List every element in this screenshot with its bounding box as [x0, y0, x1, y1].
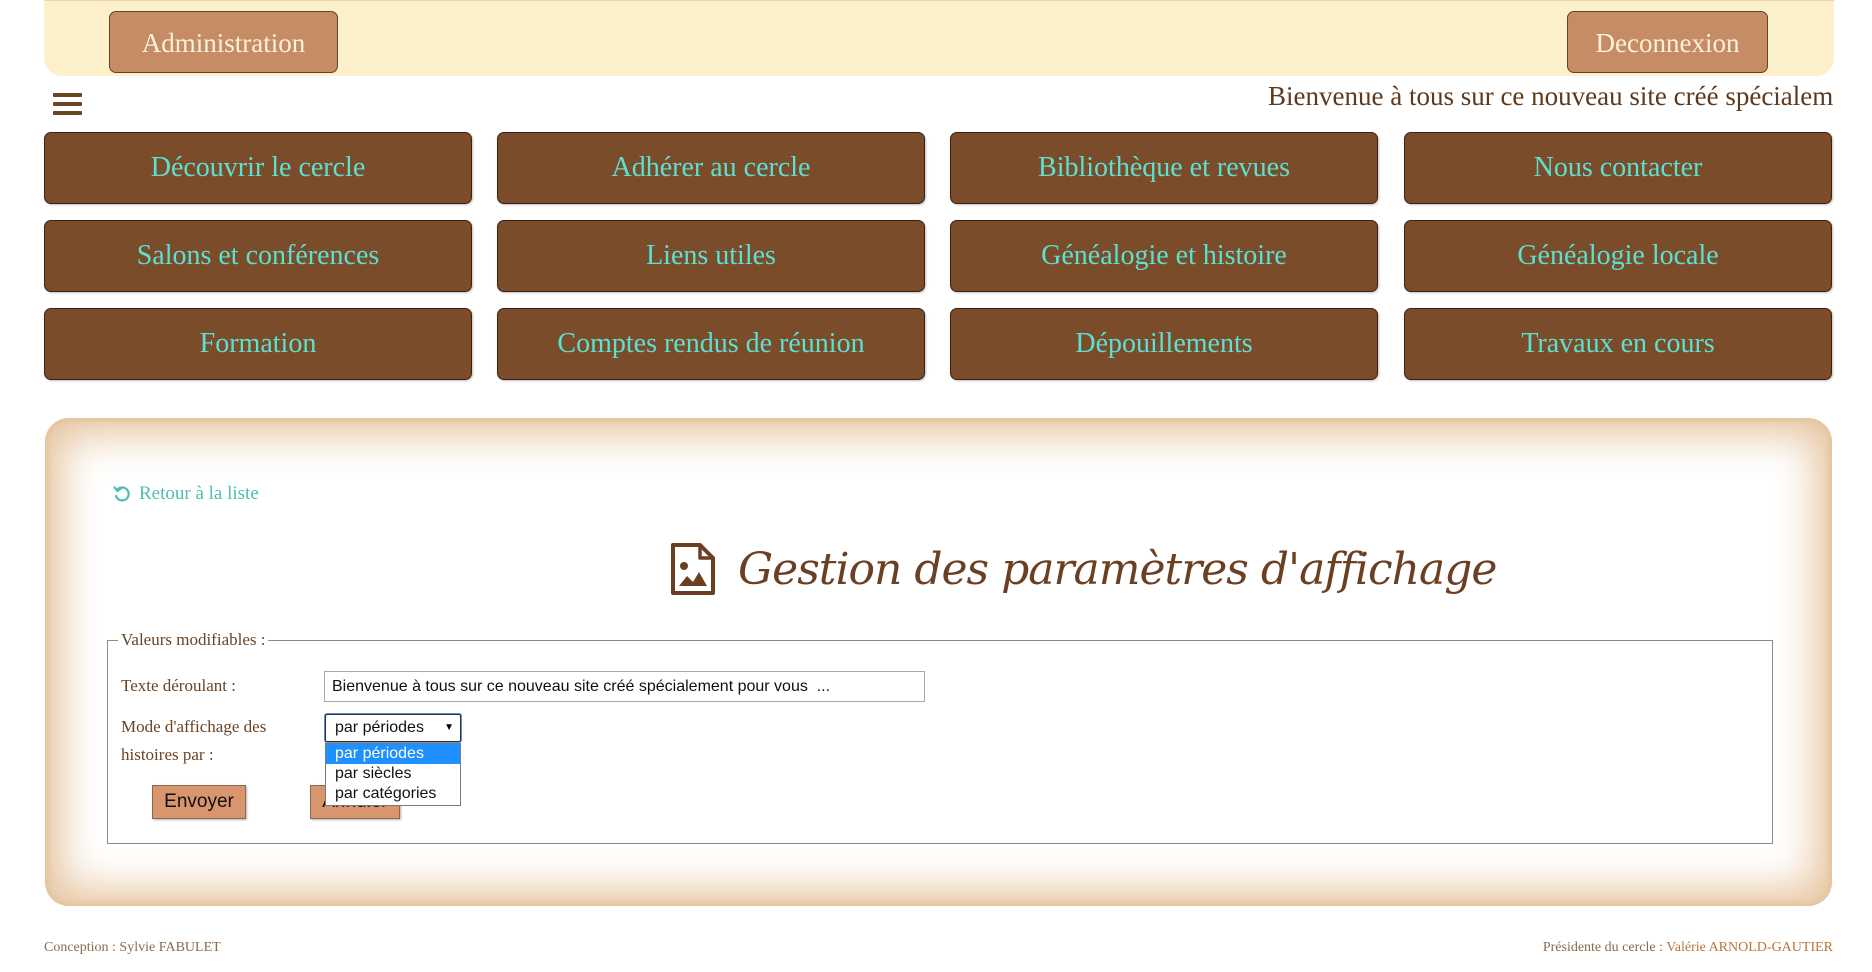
display-mode-dropdown-list: par périodes par siècles par catégories: [325, 743, 461, 806]
nav-genealogie-et-histoire[interactable]: Généalogie et histoire: [950, 220, 1378, 292]
send-button[interactable]: Envoyer: [152, 785, 246, 819]
image-file-icon: [671, 543, 715, 595]
nav-genealogie-locale[interactable]: Généalogie locale: [1404, 220, 1832, 292]
nav-bibliotheque-et-revues[interactable]: Bibliothèque et revues: [950, 132, 1378, 204]
administration-button[interactable]: Administration: [109, 11, 338, 73]
page-title-row: Gestion des paramètres d'affichage: [670, 534, 1497, 604]
footer-president-prefix: Présidente du cercle :: [1542, 940, 1667, 955]
back-to-list-link[interactable]: Retour à la liste: [113, 482, 259, 506]
option-par-periodes[interactable]: par périodes: [326, 744, 460, 764]
display-mode-select[interactable]: par périodes ▼: [325, 714, 461, 742]
dropdown-arrow-icon: ▼: [444, 722, 454, 733]
hamburger-menu-icon[interactable]: [53, 93, 83, 117]
scrolling-banner: Bienvenue à tous sur ce nouveau site cré…: [1100, 78, 1834, 118]
page: Administration Deconnexion Bienvenue à t…: [0, 0, 1872, 972]
display-mode-selected-value: par périodes: [335, 719, 424, 736]
nav-travaux-en-cours[interactable]: Travaux en cours: [1404, 308, 1832, 380]
nav-formation[interactable]: Formation: [44, 308, 472, 380]
nav-decouvrir-le-cercle[interactable]: Découvrir le cercle: [44, 132, 472, 204]
option-par-categories[interactable]: par catégories: [326, 784, 460, 804]
footer-credit: Conception : Sylvie FABULET: [44, 940, 221, 955]
nav-nous-contacter[interactable]: Nous contacter: [1404, 132, 1832, 204]
page-title: Gestion des paramètres d'affichage: [738, 543, 1497, 595]
scrolling-banner-text: Bienvenue à tous sur ce nouveau site cré…: [1268, 81, 1834, 111]
option-par-siecles[interactable]: par siècles: [326, 764, 460, 784]
display-mode-label: Mode d'affichage des histoires par :: [121, 717, 267, 764]
top-bar: Administration Deconnexion: [44, 0, 1834, 76]
scrolling-text-label: Texte déroulant :: [121, 676, 236, 695]
nav-adherer-au-cercle[interactable]: Adhérer au cercle: [497, 132, 925, 204]
nav-salons-et-conferences[interactable]: Salons et conférences: [44, 220, 472, 292]
back-to-list-label: Retour à la liste: [139, 483, 259, 504]
footer-president: Présidente du cercle : Valérie ARNOLD-GA…: [1543, 940, 1833, 956]
nav-comptes-rendus-de-reunion[interactable]: Comptes rendus de réunion: [497, 308, 925, 380]
refresh-back-icon: [113, 486, 130, 502]
nav-liens-utiles[interactable]: Liens utiles: [497, 220, 925, 292]
footer-president-name: Valérie ARNOLD-GAUTIER: [1666, 940, 1833, 955]
logout-button[interactable]: Deconnexion: [1567, 11, 1768, 73]
fieldset-legend: Valeurs modifiables :: [121, 630, 266, 649]
nav-depouillements[interactable]: Dépouillements: [950, 308, 1378, 380]
scrolling-text-input[interactable]: [324, 671, 925, 702]
